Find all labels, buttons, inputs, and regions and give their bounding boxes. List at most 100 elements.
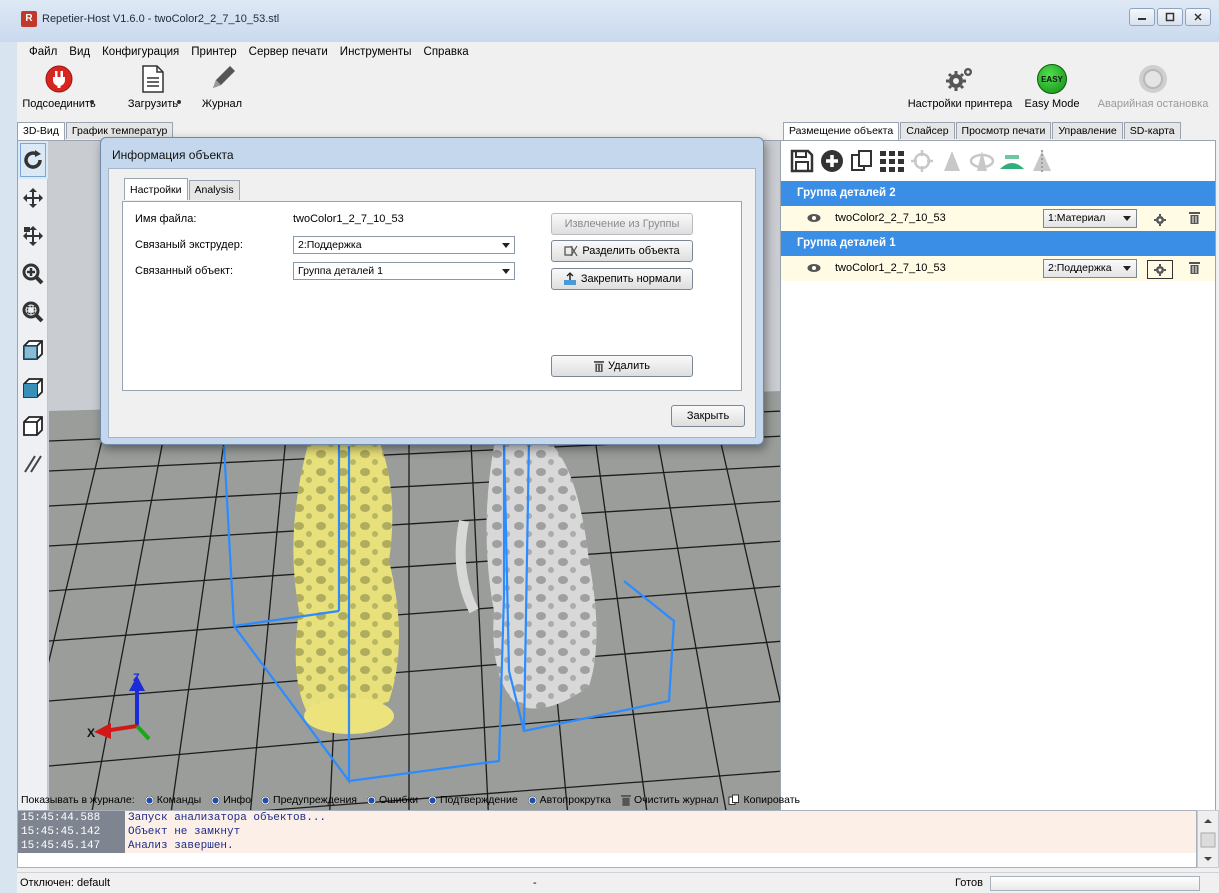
log-filter-warnings[interactable]: Предупреждения [261, 794, 357, 806]
mirror-object-button[interactable] [1029, 148, 1055, 174]
visibility-eye-icon[interactable] [807, 213, 821, 223]
object-toolbar [781, 141, 1215, 181]
autoposition-button[interactable] [879, 148, 905, 174]
object-settings-button[interactable] [1147, 210, 1173, 229]
minimize-button[interactable] [1129, 8, 1155, 26]
center-object-button[interactable] [909, 148, 935, 174]
radio-icon [211, 795, 221, 805]
move-view-icon [23, 226, 43, 246]
menu-tools[interactable]: Инструменты [334, 46, 418, 58]
visibility-eye-icon[interactable] [807, 263, 821, 273]
extruder-select[interactable]: 2:Поддержка [293, 236, 515, 254]
log-line: 15:45:44.588 Запуск анализатора объектов.… [18, 811, 1196, 825]
save-objects-button[interactable] [789, 148, 815, 174]
chevron-down-icon [1123, 266, 1131, 271]
copy-objects-button[interactable] [849, 148, 875, 174]
easy-mode-button[interactable]: EASY Easy Mode [1022, 62, 1082, 110]
menu-help[interactable]: Справка [418, 46, 475, 58]
tab-slicer[interactable]: Слайсер [900, 122, 955, 139]
connect-label: Подсоединить [22, 98, 96, 110]
delete-label: Удалить [608, 360, 650, 372]
group-header[interactable]: Группа деталей 2 [781, 181, 1215, 206]
view-front-tool[interactable] [18, 331, 48, 369]
trash-icon[interactable] [1189, 261, 1200, 274]
log-filter-label: Команды [156, 794, 202, 806]
emergency-stop-button[interactable]: Аварийная остановка [1088, 62, 1218, 110]
move-viewpoint-tool[interactable] [18, 217, 48, 255]
menu-config[interactable]: Конфигурация [96, 46, 185, 58]
tab-settings[interactable]: Настройки [124, 178, 188, 200]
scale-object-button[interactable] [939, 148, 965, 174]
log-message: Анализ завершен. [128, 840, 234, 852]
tab-analysis[interactable]: Analysis [188, 180, 240, 200]
log-show-label: Показывать в журнале: [21, 794, 135, 806]
rotate-object-button[interactable] [969, 148, 995, 174]
log-filter-errors[interactable]: Ошибки [367, 794, 418, 806]
log-list[interactable]: 15:45:44.588 Запуск анализатора объектов.… [17, 810, 1197, 868]
tab-control[interactable]: Управление [1052, 122, 1123, 139]
log-filter-commands[interactable]: Команды [144, 794, 202, 806]
tab-print-preview[interactable]: Просмотр печати [955, 122, 1052, 139]
extruder-select[interactable]: 1:Материал [1043, 209, 1137, 228]
maximize-button[interactable] [1157, 8, 1183, 26]
object-row[interactable]: twoColor2_2_7_10_53 1:Материал [781, 206, 1215, 231]
object-row[interactable]: twoColor1_2_7_10_53 2:Поддержка [781, 256, 1215, 281]
copy-log-button[interactable]: Копировать [728, 794, 800, 806]
extract-from-group-button[interactable]: Извлечение из Группы [551, 213, 693, 235]
menu-printer[interactable]: Принтер [185, 46, 242, 58]
object-select[interactable]: Группа деталей 1 [293, 262, 515, 280]
fix-normals-button[interactable]: Закрепить нормали [551, 268, 693, 290]
cone-icon [944, 151, 960, 171]
object-info-dialog: Информация объекта Настройки Analysis Им… [100, 137, 764, 445]
printer-settings-button[interactable]: Настройки принтера [900, 62, 1020, 110]
rotate-icon [24, 150, 42, 169]
object-group-1: Группа деталей 1 twoColor1_2_7_10_53 2:П… [781, 231, 1215, 281]
progress-bar [990, 876, 1200, 891]
clear-log-button[interactable]: Очистить журнал [620, 794, 718, 806]
tab-sd-card[interactable]: SD-карта [1123, 122, 1181, 139]
connect-button[interactable]: Подсоединить [17, 62, 101, 110]
view-toolbar [18, 141, 48, 825]
chevron-down-icon [502, 243, 510, 248]
tab-object-placement[interactable]: Размещение объекта [783, 122, 900, 140]
radio-icon [527, 795, 537, 805]
add-object-button[interactable] [819, 148, 845, 174]
view-side-tool[interactable] [18, 369, 48, 407]
log-filter-ack[interactable]: Подтверждение [427, 794, 518, 806]
parallel-projection-tool[interactable] [18, 445, 48, 483]
emergency-stop-icon [1139, 65, 1167, 93]
log-filter-label: Подтверждение [439, 794, 518, 806]
log-label: Журнал [201, 98, 243, 110]
log-autoscroll[interactable]: Автопрокрутка [527, 794, 611, 806]
log-filter-label: Инфо [223, 794, 252, 806]
group-header[interactable]: Группа деталей 1 [781, 231, 1215, 256]
menu-view[interactable]: Вид [63, 46, 96, 58]
move-arrows-icon [23, 188, 43, 208]
trash-icon[interactable] [1189, 211, 1200, 224]
zoom-fit-tool[interactable] [18, 293, 48, 331]
close-window-button[interactable] [1185, 8, 1211, 26]
view-top-tool[interactable] [18, 407, 48, 445]
object-name: twoColor1_2_7_10_53 [835, 262, 946, 274]
delete-object-button[interactable]: Удалить [551, 355, 693, 377]
object-settings-button[interactable] [1147, 260, 1173, 279]
connect-dropdown-dot[interactable] [90, 100, 94, 104]
menu-print-server[interactable]: Сервер печати [243, 46, 334, 58]
close-dialog-button[interactable]: Закрыть [671, 405, 745, 427]
load-dropdown-dot[interactable] [177, 100, 181, 104]
menu-file[interactable]: Файл [23, 46, 63, 58]
extruder-select[interactable]: 2:Поддержка [1043, 259, 1137, 278]
grid-icon [880, 151, 904, 172]
move-tool[interactable] [18, 179, 48, 217]
split-object-button[interactable]: Разделить объекта [551, 240, 693, 262]
cut-object-button[interactable] [999, 148, 1025, 174]
zoom-tool[interactable] [18, 255, 48, 293]
log-button[interactable]: Журнал [197, 62, 247, 110]
log-scrollbar[interactable] [1197, 810, 1219, 868]
cut-plane-icon [1000, 155, 1024, 169]
log-filter-info[interactable]: Инфо [211, 794, 251, 806]
log-filter-bar: Показывать в журнале: Команды Инфо Преду… [17, 790, 1219, 810]
filename-value: twoColor1_2_7_10_53 [293, 213, 404, 225]
rotate-tool[interactable] [18, 141, 48, 179]
tab-3d-view[interactable]: 3D-Вид [17, 122, 65, 140]
